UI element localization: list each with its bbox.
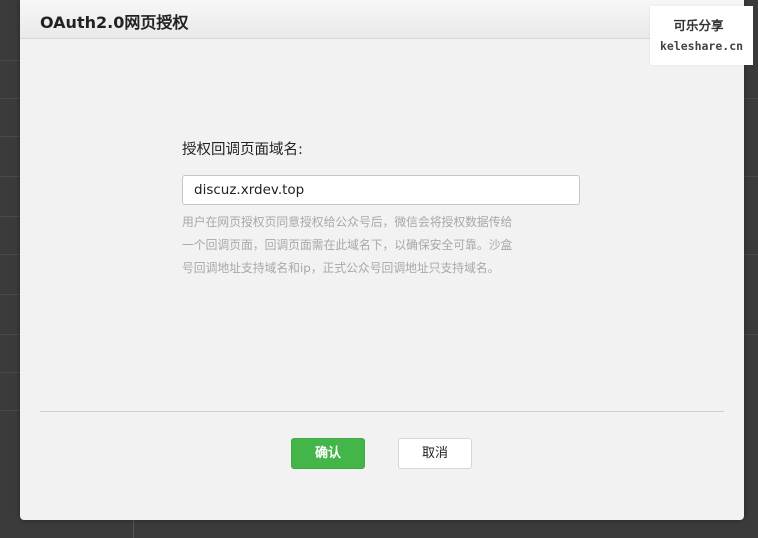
- background-row-line: [744, 254, 758, 255]
- background-column-line: [133, 520, 134, 538]
- background-row-line: [0, 410, 20, 411]
- help-text-line: 用户在网页授权页同意授权给公众号后，微信会将授权数据传给: [182, 215, 513, 229]
- footer-divider: [40, 411, 724, 412]
- watermark-text: 可乐分享: [673, 18, 724, 33]
- background-row-line: [744, 176, 758, 177]
- watermark-url: keleshare.cn: [659, 39, 744, 53]
- background-row-line: [0, 372, 20, 373]
- cancel-button[interactable]: 取消: [398, 438, 472, 469]
- oauth-dialog: OAuth2.0网页授权 可乐分享 keleshare.cn 授权回调页面域名:…: [20, 0, 753, 520]
- confirm-button[interactable]: 确认: [291, 438, 365, 469]
- dialog-title: OAuth2.0网页授权: [40, 13, 189, 32]
- dialog-header: OAuth2.0网页授权: [20, 0, 744, 39]
- callback-domain-label: 授权回调页面域名:: [182, 142, 303, 158]
- background-row-line: [744, 334, 758, 335]
- background-row-line: [0, 176, 20, 177]
- background-row-line: [0, 216, 20, 217]
- background-row-line: [0, 98, 20, 99]
- background-row-line: [744, 98, 758, 99]
- callback-domain-input[interactable]: [182, 175, 580, 205]
- background-row-line: [0, 254, 20, 255]
- watermark-badge: 可乐分享 keleshare.cn: [650, 6, 753, 65]
- background-row-line: [0, 294, 20, 295]
- background-row-line: [0, 334, 20, 335]
- callback-domain-help: 用户在网页授权页同意授权给公众号后，微信会将授权数据传给 一个回调页面，回调页面…: [182, 211, 582, 280]
- help-text-line: 一个回调页面，回调页面需在此域名下，以确保安全可靠。沙盒: [182, 238, 513, 252]
- background-row-line: [0, 136, 20, 137]
- help-text-line: 号回调地址支持域名和ip，正式公众号回调地址只支持域名。: [182, 261, 500, 275]
- background-row-line: [0, 60, 20, 61]
